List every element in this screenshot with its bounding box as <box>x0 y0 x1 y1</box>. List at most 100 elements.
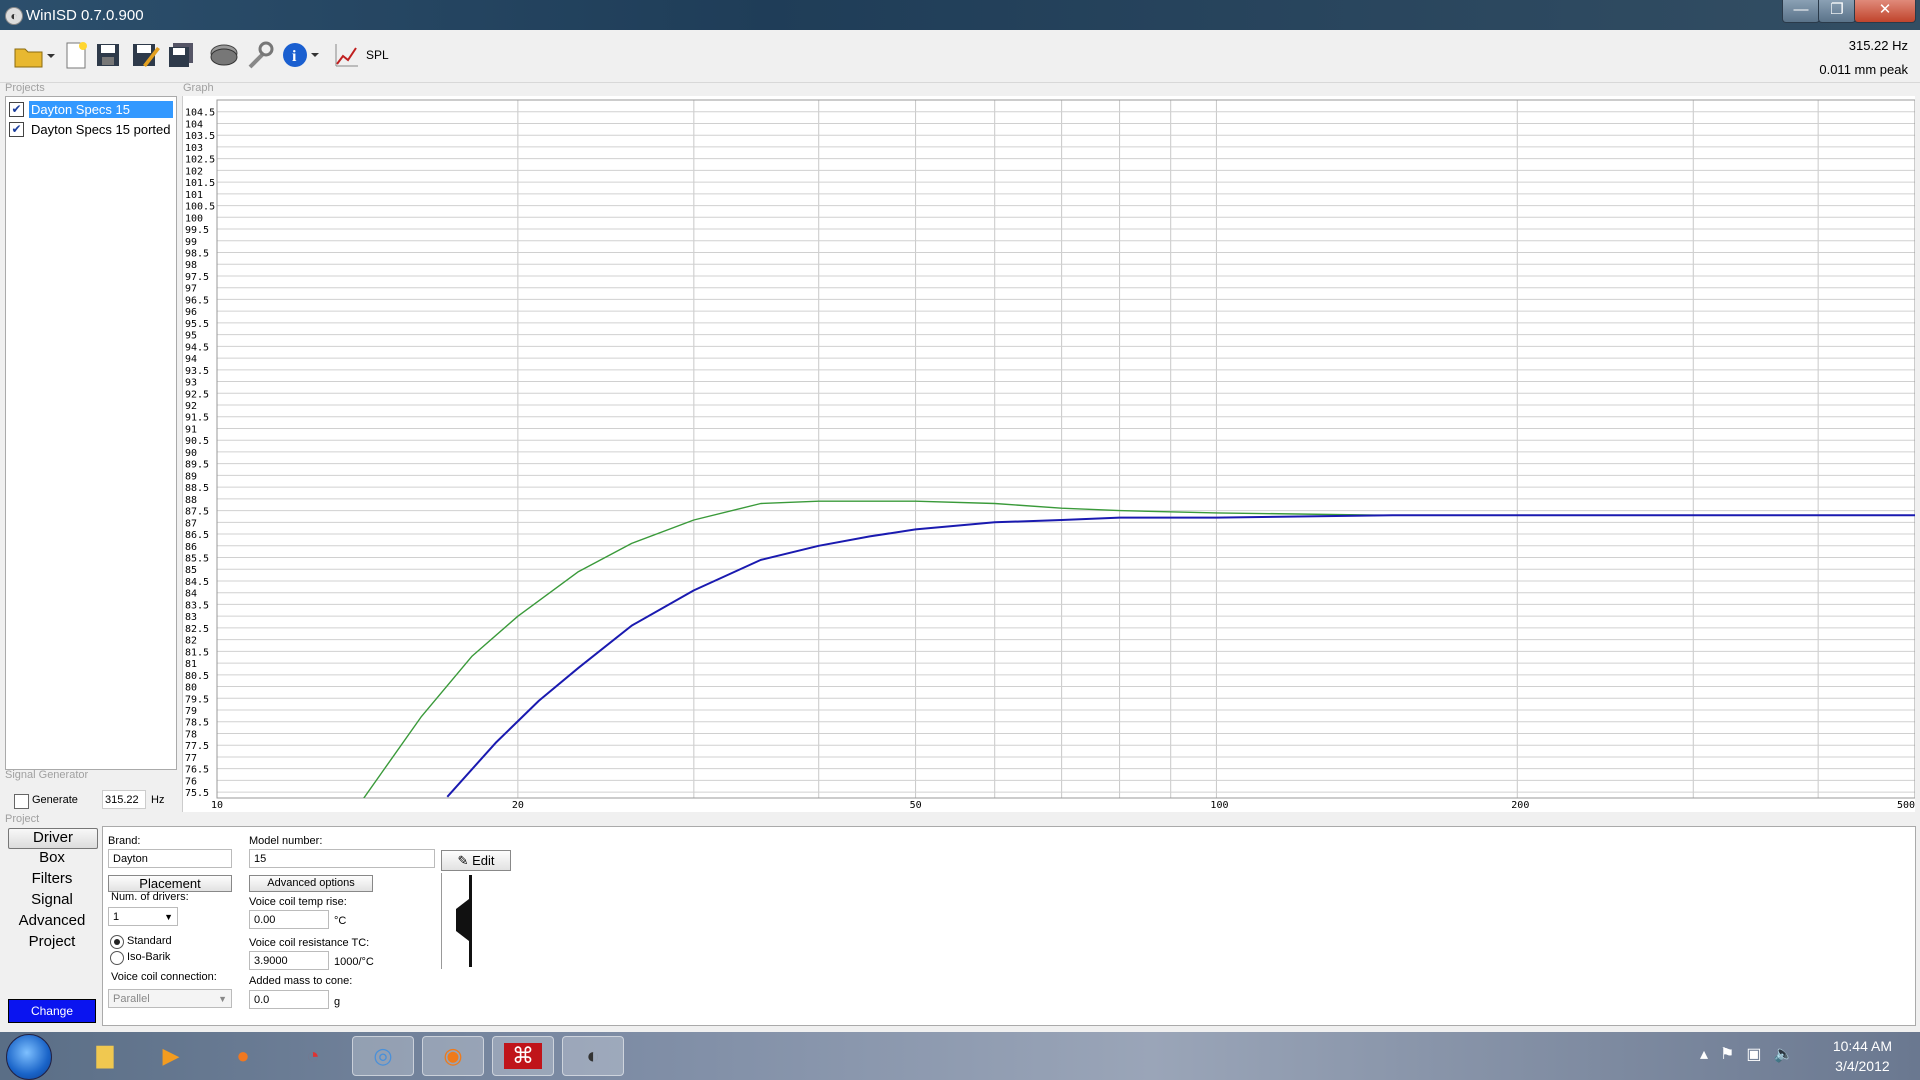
added-mass-label: Added mass to cone: <box>249 975 353 987</box>
driver-placement-preview <box>441 873 512 969</box>
y-tick-label: 84 <box>185 589 197 600</box>
y-tick-label: 90.5 <box>185 436 209 447</box>
y-tick-label: 75.5 <box>185 788 209 799</box>
y-tick-label: 80 <box>185 683 197 694</box>
clock-time: 10:44 AM <box>1832 1038 1892 1054</box>
flag-icon[interactable]: ⚑ <box>1720 1046 1746 1063</box>
tc-unit: 1000/°C <box>334 956 374 968</box>
signal-generator-section-label: Signal Generator <box>5 769 89 781</box>
info-button[interactable]: i <box>280 40 322 70</box>
y-tick-label: 95 <box>185 331 197 342</box>
media-player-app[interactable]: ▶ <box>140 1036 202 1076</box>
temp-rise-input[interactable]: 0.00 <box>249 910 329 929</box>
coil-connection-value: Parallel <box>113 993 150 1005</box>
change-button[interactable]: Change <box>8 999 96 1023</box>
y-tick-label: 82 <box>185 636 197 647</box>
generate-checkbox[interactable] <box>14 794 29 809</box>
messenger-app[interactable]: ◎ <box>352 1036 414 1076</box>
media-center-app[interactable]: ● <box>212 1036 274 1076</box>
generate-label: Generate <box>32 794 78 806</box>
y-tick-label: 93.5 <box>185 366 209 377</box>
resistance-tc-input[interactable]: 3.9000 <box>249 951 329 970</box>
system-tray[interactable]: ▴⚑▣🔈 <box>1700 1044 1805 1064</box>
y-tick-label: 89.5 <box>185 460 209 471</box>
signal-frequency-unit: Hz <box>151 794 165 806</box>
nav-advanced[interactable]: Advanced <box>8 912 96 931</box>
open-folder-button[interactable] <box>10 40 58 70</box>
close-button[interactable]: ✕ <box>1854 0 1916 23</box>
maximize-button[interactable]: ❐ <box>1818 0 1856 23</box>
clock[interactable]: 10:44 AM 3/4/2012 <box>1833 1036 1892 1076</box>
project-checkbox[interactable]: ✔ <box>9 121 24 137</box>
y-tick-label: 98 <box>185 260 197 271</box>
save-as-icon <box>133 44 160 67</box>
firefox-app[interactable]: ◉ <box>422 1036 484 1076</box>
project-checkbox[interactable]: ✔ <box>9 101 24 117</box>
edit-button[interactable]: ✎ Edit <box>441 850 511 871</box>
network-icon[interactable]: ▣ <box>1746 1046 1773 1063</box>
y-tick-label: 83.5 <box>185 600 209 611</box>
project-item[interactable]: ✔ Dayton Specs 15 ported <box>9 120 173 138</box>
y-tick-label: 82.5 <box>185 624 209 635</box>
save-all-icon <box>169 43 193 67</box>
nav-project[interactable]: Project <box>8 933 96 952</box>
speed-gauge-app[interactable]: ◔ <box>282 1036 344 1076</box>
isobarik-radio[interactable] <box>110 951 124 965</box>
added-mass-input[interactable]: 0.0 <box>249 990 329 1009</box>
gauge-icon: ◔ <box>306 1043 320 1068</box>
tray-expand-icon[interactable]: ▴ <box>1700 1046 1720 1063</box>
nav-box[interactable]: Box <box>8 849 96 868</box>
save-all-button[interactable] <box>166 40 198 70</box>
plot-frame <box>216 99 1915 799</box>
speaker-icon: ◐ <box>586 1043 600 1068</box>
y-tick-label: 86 <box>185 542 197 553</box>
y-tick-label: 80.5 <box>185 671 209 682</box>
y-tick-label: 88.5 <box>185 483 209 494</box>
standard-radio[interactable] <box>110 935 124 949</box>
nav-signal[interactable]: Signal <box>8 891 96 910</box>
signal-frequency-input[interactable]: 315.22 <box>102 790 146 809</box>
coil-connection-select[interactable]: Parallel ▼ <box>108 989 232 1008</box>
nav-filters[interactable]: Filters <box>8 870 96 889</box>
explorer-app[interactable]: ▇ <box>74 1036 136 1076</box>
temp-unit: °C <box>334 915 347 927</box>
y-tick-label: 79 <box>185 706 197 717</box>
spl-graph-button[interactable]: SPL <box>334 40 394 70</box>
save-button[interactable] <box>94 40 122 70</box>
x-tick-label: 20 <box>512 800 524 811</box>
placement-button[interactable]: Placement <box>108 875 232 892</box>
spl-graph[interactable]: 104.5 104 103.5 103 102.5 102 101.5 101 100.5 100… <box>182 96 1915 812</box>
model-number-label: Model number: <box>249 835 323 847</box>
driver-editor-button[interactable] <box>208 40 240 70</box>
x-tick-label: 100 <box>1210 800 1228 811</box>
brand-input[interactable]: Dayton <box>108 849 232 868</box>
num-drivers-value: 1 <box>113 911 120 923</box>
project-label[interactable]: Dayton Specs 15 ported <box>29 121 173 138</box>
settings-button[interactable] <box>244 40 276 70</box>
start-button[interactable] <box>6 1034 52 1080</box>
save-as-button[interactable] <box>130 40 162 70</box>
winisd-app[interactable]: ◐ <box>562 1036 624 1076</box>
project-item[interactable]: ✔ Dayton Specs 15 <box>9 100 173 118</box>
project-label[interactable]: Dayton Specs 15 <box>29 100 173 118</box>
window-title: WinISD 0.7.0.900 <box>26 7 144 24</box>
y-tick-label: 102 <box>185 166 203 177</box>
acrobat-app[interactable]: ⌘ <box>492 1036 554 1076</box>
y-tick-label: 97 <box>185 284 197 295</box>
num-drivers-select[interactable]: 1 ▼ <box>108 907 178 926</box>
speaker-driver-icon <box>210 44 238 66</box>
y-tick-label: 78.5 <box>185 718 209 729</box>
signal-generator: Generate 315.22 Hz <box>0 782 180 812</box>
volume-icon[interactable]: 🔈 <box>1774 1046 1806 1063</box>
y-tick-label: 104.5 <box>185 108 215 119</box>
model-number-input[interactable]: 15 <box>249 849 435 868</box>
y-tick-label: 83 <box>185 612 197 623</box>
nav-driver[interactable]: Driver <box>8 828 98 849</box>
resistance-tc-label: Voice coil resistance TC: <box>249 937 370 949</box>
y-tick-label: 95.5 <box>185 319 209 330</box>
spl-chart: 104.5104103.5103102.5102101.5101100.5100… <box>185 99 1915 811</box>
advanced-options-button[interactable]: Advanced options <box>249 875 373 892</box>
projects-section-label: Projects <box>5 82 45 94</box>
new-project-button[interactable] <box>62 40 90 70</box>
minimize-button[interactable]: — <box>1782 0 1820 23</box>
